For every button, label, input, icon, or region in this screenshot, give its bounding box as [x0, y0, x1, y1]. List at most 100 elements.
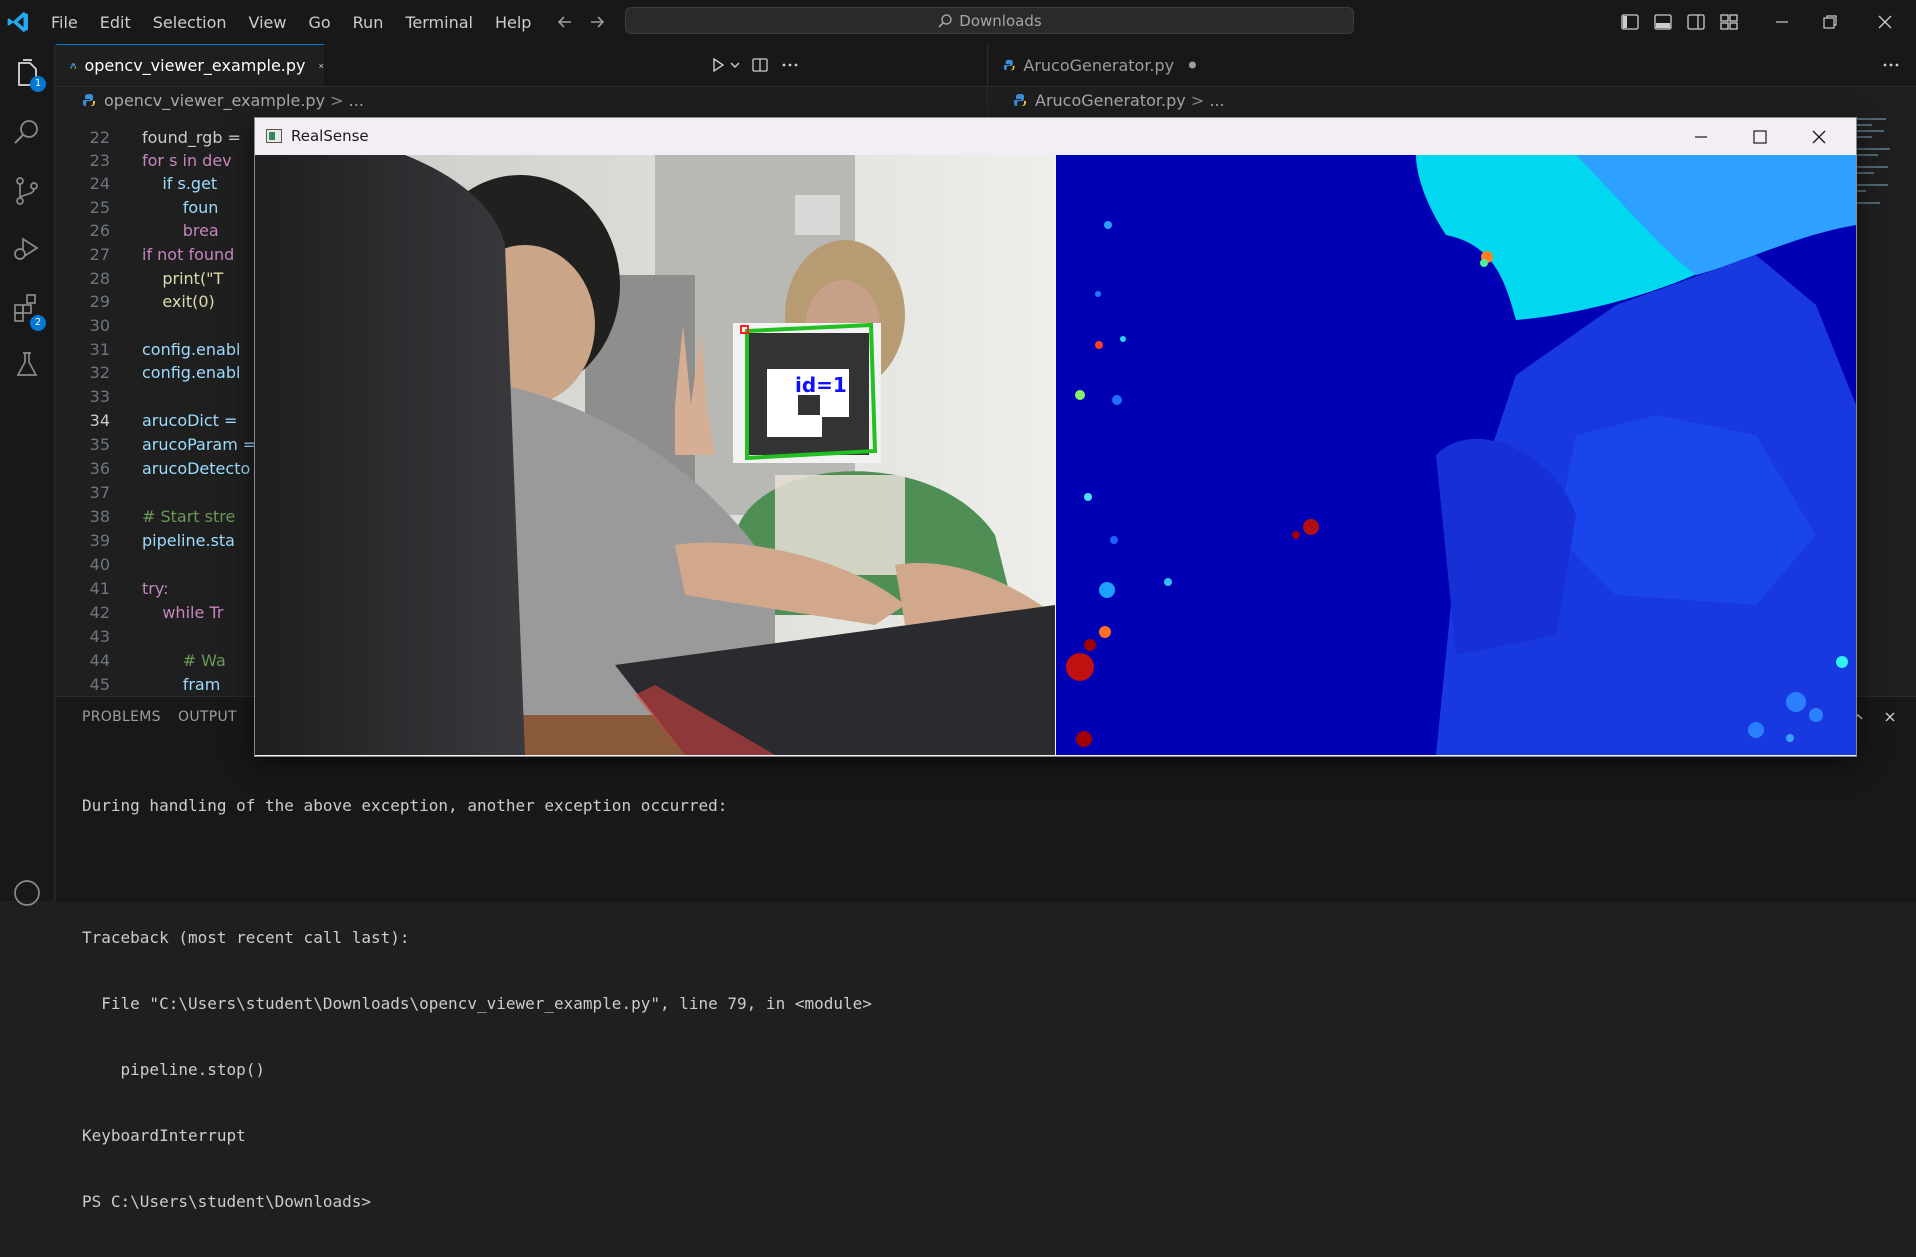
panel-tab-problems[interactable]: PROBLEMS: [82, 709, 161, 725]
code-line: 45 fram: [89, 675, 221, 694]
menu-file[interactable]: File: [40, 13, 89, 32]
code-line: 42 while Tr: [89, 603, 224, 622]
code-line: 27 if not found: [89, 245, 235, 264]
customize-layout-icon[interactable]: [1719, 12, 1739, 32]
minimap[interactable]: [1850, 118, 1906, 258]
terminal-line: Traceback (most recent call last):: [82, 928, 410, 947]
python-file-icon: [1014, 94, 1026, 106]
unsaved-dot-icon[interactable]: [1188, 60, 1197, 70]
command-center-search[interactable]: Downloads: [625, 7, 1354, 34]
code-line: 35 arucoParam =: [89, 435, 257, 454]
run-python-file-icon[interactable]: [710, 57, 726, 73]
python-file-icon: [1003, 59, 1015, 71]
menu-selection[interactable]: Selection: [142, 13, 238, 32]
tab-label: opencv_viewer_example.py: [84, 56, 306, 75]
tab-label: ArucoGenerator.py: [1023, 55, 1175, 75]
breadcrumb-file[interactable]: opencv_viewer_example.py: [104, 91, 325, 110]
code-line: 40: [89, 555, 110, 574]
code-line: 44 # Wa: [89, 651, 226, 670]
terminal-prompt: PS C:\Users\student\Downloads>: [82, 1192, 371, 1211]
explorer-badge: 1: [30, 76, 46, 92]
code-line-current: 34 arucoDict =: [89, 411, 243, 430]
python-file-icon: [70, 62, 77, 69]
search-icon: [938, 13, 952, 28]
activity-bar: 1 2: [0, 44, 55, 906]
code-line: 39 pipeline.sta: [89, 531, 235, 550]
vscode-logo-icon[interactable]: [6, 10, 30, 34]
breadcrumb-right: ArucoGenerator.py > ...: [1013, 91, 1225, 110]
code-line: 22 found_rgb =: [89, 128, 247, 147]
code-line: 28 print("T: [89, 269, 224, 288]
editor-tabs-right: ArucoGenerator.py: [989, 44, 1916, 87]
breadcrumb-more[interactable]: ...: [349, 91, 364, 110]
code-line: 23 for s in dev: [89, 151, 232, 170]
chevron-down-icon[interactable]: [729, 59, 741, 71]
menu-terminal[interactable]: Terminal: [394, 13, 484, 32]
search-icon[interactable]: [10, 116, 44, 150]
run-and-debug-icon[interactable]: [10, 232, 44, 266]
search-text: Downloads: [959, 11, 1042, 30]
realsense-title-bar[interactable]: RealSense: [255, 118, 1856, 155]
python-file-icon: [83, 94, 95, 106]
toggle-secondary-sidebar-icon[interactable]: [1686, 12, 1706, 32]
code-line: 43: [89, 627, 110, 646]
menu-go[interactable]: Go: [297, 13, 341, 32]
realsense-title: RealSense: [291, 127, 369, 145]
code-line: 38 # Start stre: [89, 507, 236, 526]
panel-tab-output[interactable]: OUTPUT: [178, 709, 237, 725]
close-icon[interactable]: [1808, 126, 1830, 148]
color-stream-image: id=1: [255, 155, 1055, 755]
title-bar: File Edit Selection View Go Run Terminal…: [0, 0, 1916, 44]
code-line: 37: [89, 483, 110, 502]
code-line: 30: [89, 316, 110, 335]
menu-view[interactable]: View: [238, 13, 298, 32]
breadcrumb-file[interactable]: ArucoGenerator.py: [1035, 91, 1186, 110]
code-line: 32 config.enabl: [89, 363, 241, 382]
opencv-window-icon: [266, 129, 282, 143]
menu-edit[interactable]: Edit: [89, 13, 142, 32]
menu-help[interactable]: Help: [484, 13, 542, 32]
realsense-window[interactable]: RealSense id=1: [254, 117, 1857, 757]
account-icon[interactable]: [10, 876, 44, 910]
terminal-output[interactable]: During handling of the above exception, …: [82, 751, 872, 1257]
minimize-icon[interactable]: [1690, 126, 1712, 148]
tab-opencv-viewer-example[interactable]: opencv_viewer_example.py: [56, 44, 324, 86]
aruco-marker-label: id=1: [795, 373, 847, 397]
extensions-badge: 2: [30, 315, 46, 331]
depth-stream-image: [1056, 155, 1856, 755]
menu-bar: File Edit Selection View Go Run Terminal…: [40, 0, 542, 44]
code-line: 33: [89, 387, 110, 406]
toggle-primary-sidebar-icon[interactable]: [1620, 12, 1640, 32]
menu-run[interactable]: Run: [342, 13, 395, 32]
restore-icon[interactable]: [1820, 12, 1840, 32]
code-line: 24 if s.get: [89, 174, 218, 193]
breadcrumb-left: opencv_viewer_example.py > ...: [82, 91, 364, 110]
testing-flask-icon[interactable]: [10, 348, 44, 382]
toggle-panel-icon[interactable]: [1653, 12, 1673, 32]
tab-arucogenerator[interactable]: ArucoGenerator.py: [989, 44, 1197, 86]
tab-close-icon[interactable]: [318, 59, 324, 73]
terminal-line: During handling of the above exception, …: [82, 796, 728, 815]
minimize-icon[interactable]: [1772, 12, 1792, 32]
code-line: 25 foun: [89, 198, 219, 217]
panel-close-icon[interactable]: [1883, 710, 1897, 724]
code-line: 31 config.enabl: [89, 340, 241, 359]
editor-tabs-left: opencv_viewer_example.py: [56, 44, 987, 87]
terminal-line: pipeline.stop(): [82, 1060, 266, 1079]
breadcrumb-more[interactable]: ...: [1209, 91, 1224, 110]
code-line: 26 brea: [89, 221, 219, 240]
close-icon[interactable]: [1875, 12, 1895, 32]
forward-arrow-icon[interactable]: [587, 12, 607, 32]
source-control-icon[interactable]: [10, 174, 44, 208]
back-arrow-icon[interactable]: [555, 12, 575, 32]
more-actions-icon[interactable]: [781, 56, 799, 74]
more-actions-icon[interactable]: [1882, 56, 1900, 74]
maximize-icon[interactable]: [1749, 126, 1771, 148]
code-line: 29 exit(0): [89, 292, 215, 311]
split-editor-icon[interactable]: [751, 56, 769, 74]
terminal-line: File "C:\Users\student\Downloads\opencv_…: [82, 994, 872, 1013]
code-line: 41 try:: [89, 579, 169, 598]
code-line: 36 arucoDetecto: [89, 459, 251, 478]
terminal-line: KeyboardInterrupt: [82, 1126, 246, 1145]
